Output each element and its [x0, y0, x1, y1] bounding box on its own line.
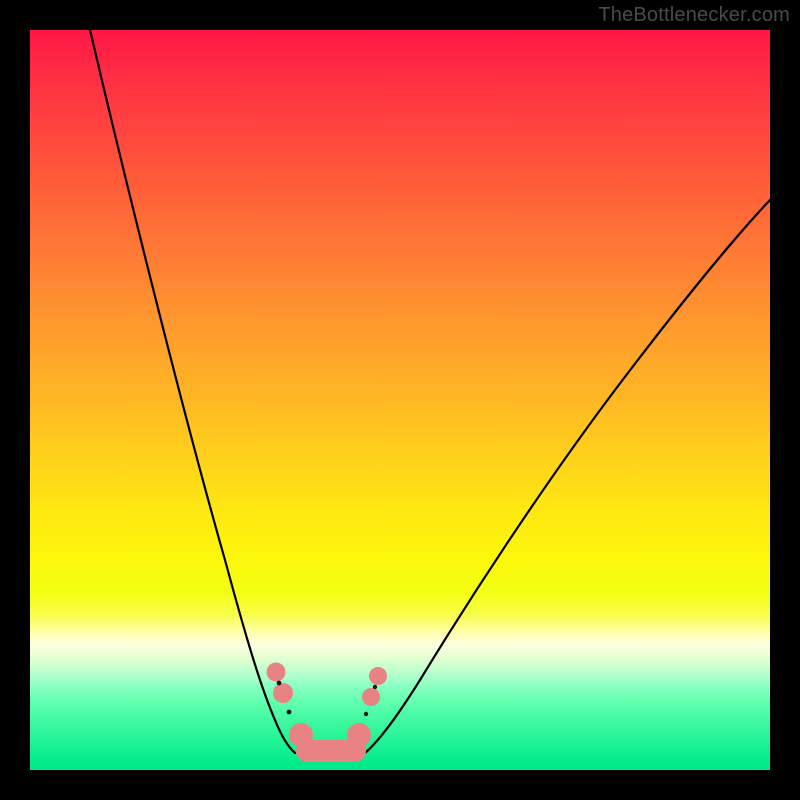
right-curve [365, 200, 770, 753]
chart-frame: TheBottlenecker.com [0, 0, 800, 800]
trough-figure [267, 663, 388, 763]
left-curve [90, 30, 295, 753]
curve-layer [0, 0, 800, 800]
